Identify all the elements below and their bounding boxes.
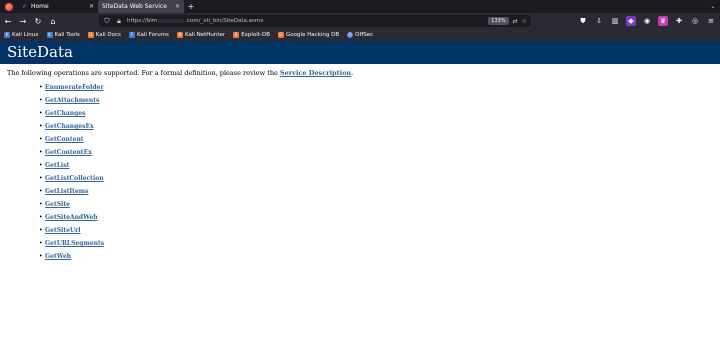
close-tab-icon[interactable]: ✕ bbox=[175, 3, 180, 10]
bookmark-kali-forums[interactable]: F Kali Forums bbox=[128, 32, 169, 38]
kali-icon: K bbox=[46, 32, 53, 38]
operation-link[interactable]: GetContent bbox=[45, 136, 84, 143]
operation-link[interactable]: GetListCollection bbox=[45, 175, 104, 182]
list-item: • GetChanges bbox=[39, 107, 104, 120]
pocket-icon[interactable]: ⛊ bbox=[578, 16, 588, 26]
bookmark-offsec[interactable]: O OffSec bbox=[347, 32, 373, 38]
exploit-db-icon: E bbox=[233, 32, 240, 38]
operation-link[interactable]: GetListItems bbox=[45, 188, 88, 195]
operation-link[interactable]: GetContentEx bbox=[45, 149, 92, 156]
extension-icon[interactable]: ◆ bbox=[626, 16, 636, 26]
nethunter-icon: N bbox=[176, 32, 183, 38]
bookmark-label: Google Hacking DB bbox=[285, 32, 340, 38]
offsec-icon: O bbox=[347, 32, 354, 38]
extensions-puzzle-icon[interactable]: ✚ bbox=[674, 16, 684, 26]
list-item: • GetSite bbox=[39, 198, 104, 211]
tab-title: SiteData Web Service bbox=[102, 3, 167, 10]
url-prefix: https://bim bbox=[127, 18, 158, 24]
menu-icon[interactable]: ≡ bbox=[706, 16, 716, 26]
operations-list: • EnumerateFolder • GetAttachments • GetCha… bbox=[39, 81, 104, 263]
home-button[interactable]: ⌂ bbox=[46, 14, 60, 28]
url-suffix: .com/_vti_bin/SiteData.asmx bbox=[185, 18, 264, 24]
tab-strip: ✓ Home ✕ SiteData Web Service ✕ + ⌄ bbox=[0, 0, 720, 13]
bookmark-label: OffSec bbox=[355, 32, 374, 38]
firefox-icon bbox=[5, 2, 13, 11]
address-bar[interactable]: ⛉ 🔒︎ https://bim .com/_vti_bin/SiteData.a… bbox=[99, 15, 531, 27]
bookmark-kali-nethunter[interactable]: N Kali NetHunter bbox=[176, 32, 226, 38]
operation-link[interactable]: EnumerateFolder bbox=[45, 84, 104, 91]
reload-button[interactable]: ↻ bbox=[31, 14, 45, 28]
bookmark-label: Exploit-DB bbox=[241, 32, 270, 38]
list-item: • GetChangesEx bbox=[39, 120, 104, 133]
operation-link[interactable]: GetSiteAndWeb bbox=[45, 214, 97, 221]
bookmark-kali-tools[interactable]: K Kali Tools bbox=[46, 32, 80, 38]
kali-forums-icon: F bbox=[128, 32, 135, 38]
account-icon[interactable]: ◉ bbox=[642, 16, 652, 26]
intro-end: . bbox=[351, 69, 354, 77]
downloads-icon[interactable]: ⇩ bbox=[594, 16, 604, 26]
bookmark-google-hacking-db[interactable]: G Google Hacking DB bbox=[277, 32, 340, 38]
kali-docs-icon: D bbox=[87, 32, 94, 38]
bookmark-label: Kali Linux bbox=[12, 32, 39, 38]
bookmark-kali-docs[interactable]: D Kali Docs bbox=[87, 32, 121, 38]
list-item: • GetWeb bbox=[39, 250, 104, 263]
forward-button[interactable]: → bbox=[16, 14, 30, 28]
bookmark-exploit-db[interactable]: E Exploit-DB bbox=[233, 32, 270, 38]
service-header: SiteData bbox=[0, 41, 720, 64]
library-icon[interactable]: ▥ bbox=[610, 16, 620, 26]
list-item: • GetSiteUrl bbox=[39, 224, 104, 237]
operation-link[interactable]: GetURLSegments bbox=[45, 240, 104, 247]
list-item: • GetURLSegments bbox=[39, 237, 104, 250]
close-tab-icon[interactable]: ✕ bbox=[89, 3, 94, 10]
navigation-toolbar: ← → ↻ ⌂ ⛉ 🔒︎ https://bim .com/_vti_bin/Si… bbox=[0, 13, 720, 29]
operation-link[interactable]: GetAttachments bbox=[45, 97, 99, 104]
new-tab-button[interactable]: + bbox=[184, 0, 198, 13]
intro-text: The following operations are supported. … bbox=[7, 69, 280, 77]
operation-link[interactable]: GetChangesEx bbox=[45, 123, 94, 130]
list-item: • EnumerateFolder bbox=[39, 81, 104, 94]
service-description-link[interactable]: Service Description bbox=[280, 69, 351, 77]
ghdb-icon: G bbox=[277, 32, 284, 38]
page-content: SiteData The following operations are su… bbox=[0, 41, 720, 341]
list-item: • GetContentEx bbox=[39, 146, 104, 159]
lock-icon[interactable]: 🔒︎ bbox=[115, 17, 123, 26]
bookmarks-toolbar: K Kali Linux K Kali Tools D Kali Docs F … bbox=[0, 29, 720, 41]
foxyproxy-icon[interactable]: ◎ bbox=[690, 16, 700, 26]
zoom-level-badge[interactable]: 133% bbox=[488, 17, 509, 25]
list-item: • GetList bbox=[39, 159, 104, 172]
operation-link[interactable]: GetChanges bbox=[45, 110, 86, 117]
list-item: • GetAttachments bbox=[39, 94, 104, 107]
operation-link[interactable]: GetList bbox=[45, 162, 69, 169]
bookmark-label: Kali NetHunter bbox=[184, 32, 226, 38]
bookmark-kali-linux[interactable]: K Kali Linux bbox=[4, 32, 39, 38]
page-title: SiteData bbox=[7, 43, 73, 61]
bookmark-label: Kali Tools bbox=[54, 32, 80, 38]
chevron-down-icon[interactable]: ⌄ bbox=[706, 0, 720, 13]
intro-paragraph: The following operations are supported. … bbox=[7, 69, 353, 77]
tab-title: Home bbox=[31, 3, 49, 10]
extension-icon[interactable]: ♛ bbox=[658, 16, 668, 26]
bookmark-label: Kali Docs bbox=[95, 32, 121, 38]
redacted-domain bbox=[158, 18, 185, 23]
tab-sitedata[interactable]: SiteData Web Service ✕ bbox=[98, 0, 184, 13]
operation-link[interactable]: GetWeb bbox=[45, 253, 71, 260]
list-item: • GetListItems bbox=[39, 185, 104, 198]
bookmark-label: Kali Forums bbox=[136, 32, 169, 38]
list-item: • GetListCollection bbox=[39, 172, 104, 185]
bookmark-star-icon[interactable]: ☆ bbox=[522, 18, 527, 25]
operation-link[interactable]: GetSite bbox=[45, 201, 70, 208]
operation-link[interactable]: GetSiteUrl bbox=[45, 227, 81, 234]
list-item: • GetContent bbox=[39, 133, 104, 146]
shield-icon[interactable]: ⛉ bbox=[103, 17, 111, 26]
tab-home[interactable]: ✓ Home ✕ bbox=[18, 0, 98, 13]
kali-favicon-icon: ✓ bbox=[22, 2, 28, 10]
back-button[interactable]: ← bbox=[1, 14, 15, 28]
toolbar-right: ⛊ ⇩ ▥ ◆ ◉ ♛ ✚ ◎ ≡ bbox=[578, 15, 716, 27]
url-text[interactable]: https://bim .com/_vti_bin/SiteData.asmx bbox=[127, 18, 488, 24]
kali-dragon-icon: K bbox=[4, 32, 10, 38]
translate-icon[interactable]: ⇄ bbox=[513, 18, 518, 25]
firefox-view-button[interactable] bbox=[0, 0, 18, 13]
list-item: • GetSiteAndWeb bbox=[39, 211, 104, 224]
